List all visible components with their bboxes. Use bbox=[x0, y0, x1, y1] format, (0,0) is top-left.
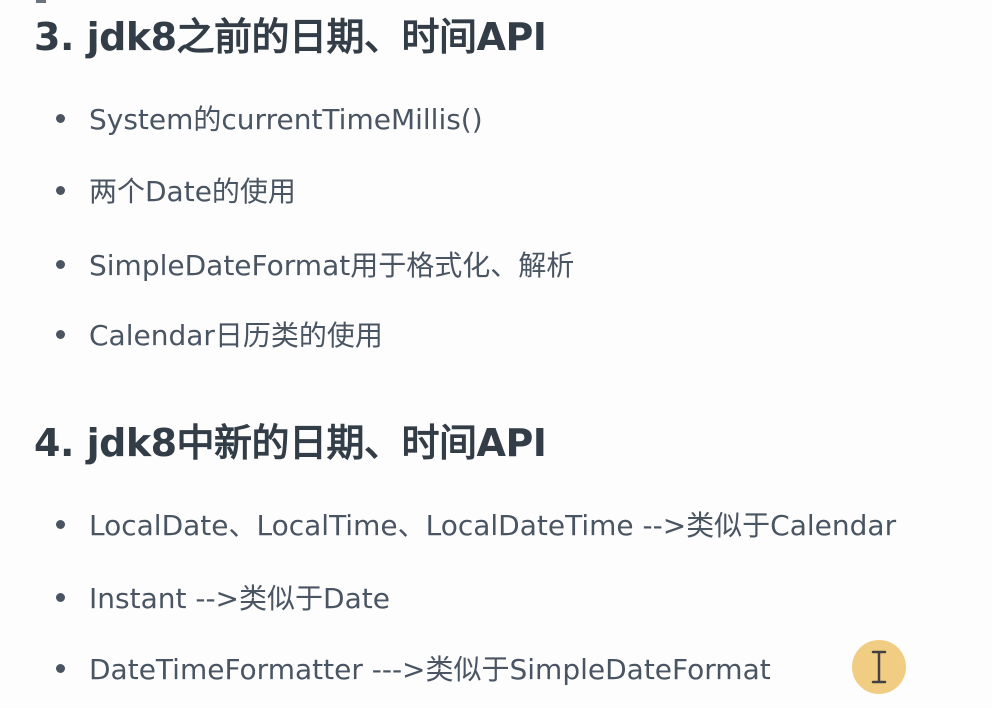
bullet-icon bbox=[56, 185, 65, 195]
text-cursor-icon bbox=[871, 650, 887, 684]
bullet-icon bbox=[56, 259, 65, 269]
list-item-text: Calendar日历类的使用 bbox=[89, 319, 383, 352]
bullet-icon bbox=[56, 329, 65, 339]
bullet-icon bbox=[56, 592, 65, 602]
list-item-text: DateTimeFormatter --->类似于SimpleDateForma… bbox=[89, 653, 771, 686]
list-item-text: System的currentTimeMillis() bbox=[89, 103, 483, 136]
list-item-text: 两个Date的使用 bbox=[89, 175, 296, 208]
bullet-icon bbox=[56, 113, 65, 123]
divider bbox=[36, 0, 46, 3]
section-3-heading: 3. jdk8之前的日期、时间API bbox=[34, 15, 547, 59]
document-page: 3. jdk8之前的日期、时间API System的currentTimeMil… bbox=[0, 0, 992, 708]
bullet-icon bbox=[56, 519, 65, 529]
bullet-icon bbox=[56, 663, 65, 673]
list-item: System的currentTimeMillis() bbox=[56, 100, 483, 140]
list-item: SimpleDateFormat用于格式化、解析 bbox=[56, 246, 574, 286]
list-item-text: Instant -->类似于Date bbox=[89, 582, 390, 615]
list-item: Calendar日历类的使用 bbox=[56, 316, 383, 356]
list-item-text: LocalDate、LocalTime、LocalDateTime -->类似于… bbox=[89, 509, 897, 542]
list-item: LocalDate、LocalTime、LocalDateTime -->类似于… bbox=[56, 506, 896, 546]
section-4-heading: 4. jdk8中新的日期、时间API bbox=[34, 421, 547, 465]
list-item-text: SimpleDateFormat用于格式化、解析 bbox=[89, 249, 575, 282]
list-item: 两个Date的使用 bbox=[56, 172, 296, 212]
list-item: DateTimeFormatter --->类似于SimpleDateForma… bbox=[56, 650, 771, 690]
list-item: Instant -->类似于Date bbox=[56, 579, 390, 619]
cursor-highlight bbox=[852, 640, 906, 694]
